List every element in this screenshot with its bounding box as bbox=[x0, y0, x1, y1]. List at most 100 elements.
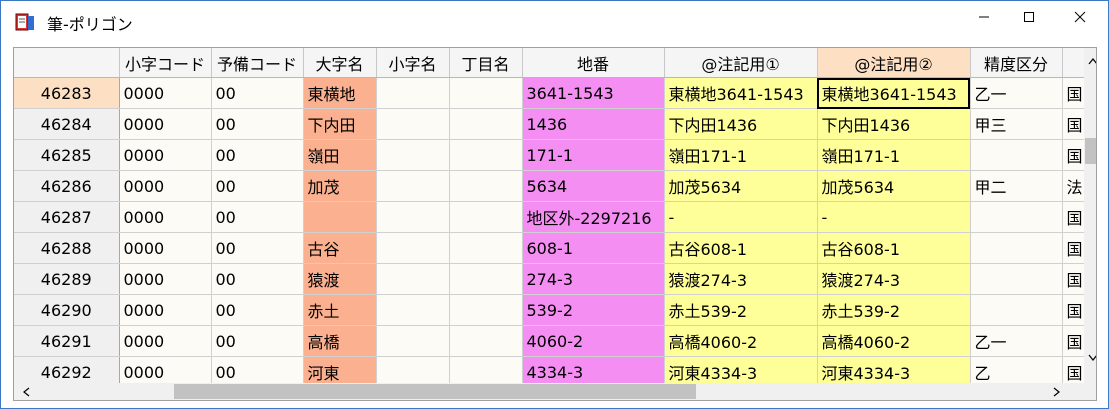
table-cell[interactable]: 高橋4060-2 bbox=[664, 325, 818, 357]
table-cell[interactable] bbox=[449, 294, 523, 326]
table-cell[interactable]: 0000 bbox=[119, 232, 212, 264]
table-cell[interactable] bbox=[376, 263, 450, 295]
table-cell[interactable]: 3641-1543 bbox=[522, 77, 665, 109]
table-cell[interactable]: 171-1 bbox=[522, 139, 665, 171]
table-cell[interactable]: 猿渡274-3 bbox=[817, 263, 971, 295]
table-cell[interactable]: 乙一 bbox=[970, 325, 1063, 357]
table-cell[interactable]: 0000 bbox=[119, 108, 212, 140]
table-cell[interactable] bbox=[449, 170, 523, 202]
table-cell[interactable] bbox=[449, 325, 523, 357]
table-cell[interactable] bbox=[376, 170, 450, 202]
table-cell[interactable] bbox=[970, 232, 1063, 264]
row-header[interactable]: 46289 bbox=[14, 263, 120, 295]
scroll-left-button[interactable] bbox=[17, 383, 34, 400]
table-cell[interactable]: 乙一 bbox=[970, 77, 1063, 109]
table-row[interactable]: 46289 0000 00 猿渡 274-3 猿渡274-3 猿渡274-3 国 bbox=[14, 263, 1093, 295]
scroll-down-button[interactable] bbox=[1084, 348, 1096, 365]
table-cell[interactable]: 地区外-2297216 bbox=[522, 201, 665, 233]
column-header[interactable]: 丁目名 bbox=[449, 48, 523, 78]
row-header[interactable]: 46291 bbox=[14, 325, 120, 357]
table-cell[interactable]: 00 bbox=[211, 294, 304, 326]
table-cell[interactable]: 00 bbox=[211, 201, 304, 233]
table-cell[interactable]: 00 bbox=[211, 232, 304, 264]
table-cell[interactable]: 下内田 bbox=[303, 108, 377, 140]
table-cell[interactable] bbox=[449, 77, 523, 109]
table-cell[interactable]: 東横地3641-1543 bbox=[664, 77, 818, 109]
table-cell[interactable]: 甲二 bbox=[970, 170, 1063, 202]
table-cell[interactable]: 古谷608-1 bbox=[817, 232, 971, 264]
row-header[interactable]: 46284 bbox=[14, 108, 120, 140]
close-button[interactable] bbox=[1057, 1, 1103, 33]
table-cell[interactable] bbox=[376, 232, 450, 264]
table-cell[interactable]: 嶺田 bbox=[303, 139, 377, 171]
maximize-button[interactable] bbox=[1006, 1, 1052, 33]
table-row[interactable]: 46288 0000 00 古谷 608-1 古谷608-1 古谷608-1 国 bbox=[14, 232, 1093, 264]
table-cell[interactable]: 00 bbox=[211, 77, 304, 109]
table-cell[interactable]: 加茂 bbox=[303, 170, 377, 202]
table-cell[interactable]: 5634 bbox=[522, 170, 665, 202]
table-row[interactable]: 46283 0000 00 東横地 3641-1543 東横地3641-1543 東横地36… bbox=[14, 77, 1093, 109]
table-cell[interactable]: 4060-2 bbox=[522, 325, 665, 357]
row-header[interactable]: 46288 bbox=[14, 232, 120, 264]
row-header[interactable]: 46285 bbox=[14, 139, 120, 171]
horizontal-scrollbar[interactable] bbox=[14, 383, 1084, 400]
table-cell[interactable]: 274-3 bbox=[522, 263, 665, 295]
table-cell[interactable]: 0000 bbox=[119, 201, 212, 233]
table-cell[interactable]: - bbox=[817, 201, 971, 233]
table-cell[interactable] bbox=[449, 201, 523, 233]
column-header[interactable]: 大字名 bbox=[303, 48, 377, 78]
table-cell[interactable]: 赤土 bbox=[303, 294, 377, 326]
column-header[interactable]: 精度区分 bbox=[970, 48, 1063, 78]
table-row[interactable]: 46291 0000 00 高橋 4060-2 高橋4060-2 高橋4060-2 乙一国 bbox=[14, 325, 1093, 357]
table-cell[interactable] bbox=[970, 201, 1063, 233]
table-cell[interactable]: 00 bbox=[211, 263, 304, 295]
column-header[interactable]: 小字名 bbox=[376, 48, 450, 78]
table-cell[interactable]: 高橋4060-2 bbox=[817, 325, 971, 357]
table-cell[interactable] bbox=[376, 294, 450, 326]
minimize-button[interactable] bbox=[961, 1, 1007, 33]
column-header[interactable]: @注記用① bbox=[664, 48, 818, 78]
table-row[interactable]: 46286 0000 00 加茂 5634 加茂5634 加茂5634 甲二法 bbox=[14, 170, 1093, 202]
table-cell[interactable]: 加茂5634 bbox=[664, 170, 818, 202]
data-grid[interactable]: 小字コード 予備コード 大字名 小字名 丁目名 地番 @注記用① @注記用② 精度区分 4628… bbox=[13, 47, 1097, 401]
table-cell[interactable]: 赤土539-2 bbox=[817, 294, 971, 326]
table-cell[interactable] bbox=[970, 294, 1063, 326]
table-row[interactable]: 46290 0000 00 赤土 539-2 赤土539-2 赤土539-2 国 bbox=[14, 294, 1093, 326]
row-header[interactable]: 46287 bbox=[14, 201, 120, 233]
table-cell[interactable]: 0000 bbox=[119, 294, 212, 326]
table-cell[interactable]: 539-2 bbox=[522, 294, 665, 326]
column-header[interactable]: 予備コード bbox=[211, 48, 304, 78]
table-cell[interactable]: 00 bbox=[211, 325, 304, 357]
vertical-scroll-thumb[interactable] bbox=[1085, 138, 1096, 164]
table-cell[interactable] bbox=[449, 263, 523, 295]
scroll-up-button[interactable] bbox=[1084, 51, 1096, 68]
table-cell[interactable]: 甲三 bbox=[970, 108, 1063, 140]
scroll-right-button[interactable] bbox=[1048, 383, 1065, 400]
table-cell[interactable]: 0000 bbox=[119, 325, 212, 357]
table-cell[interactable]: 0000 bbox=[119, 170, 212, 202]
table-row[interactable]: 46284 0000 00 下内田 1436 下内田1436 下内田1436 甲三国 bbox=[14, 108, 1093, 140]
table-cell[interactable]: 0000 bbox=[119, 263, 212, 295]
table-cell[interactable]: 猿渡 bbox=[303, 263, 377, 295]
table-cell[interactable]: 嶺田171-1 bbox=[817, 139, 971, 171]
table-cell[interactable]: 加茂5634 bbox=[817, 170, 971, 202]
table-row[interactable]: 46285 0000 00 嶺田 171-1 嶺田171-1 嶺田171-1 国 bbox=[14, 139, 1093, 171]
table-cell[interactable] bbox=[449, 232, 523, 264]
table-cell[interactable]: 00 bbox=[211, 108, 304, 140]
table-row[interactable]: 46287 0000 00 地区外-2297216- - 国 bbox=[14, 201, 1093, 233]
corner-header[interactable] bbox=[14, 48, 120, 78]
table-cell[interactable]: - bbox=[664, 201, 818, 233]
table-cell[interactable]: 高橋 bbox=[303, 325, 377, 357]
column-header[interactable]: 小字コード bbox=[119, 48, 212, 78]
table-cell[interactable] bbox=[970, 263, 1063, 295]
table-cell[interactable] bbox=[970, 139, 1063, 171]
table-cell[interactable]: 猿渡274-3 bbox=[664, 263, 818, 295]
table-cell[interactable]: 古谷 bbox=[303, 232, 377, 264]
horizontal-scroll-thumb[interactable] bbox=[174, 384, 696, 399]
table-cell[interactable]: 下内田1436 bbox=[664, 108, 818, 140]
vertical-scrollbar[interactable] bbox=[1084, 48, 1096, 400]
row-header[interactable]: 46283 bbox=[14, 77, 120, 109]
table-cell[interactable] bbox=[449, 139, 523, 171]
table-cell[interactable] bbox=[376, 325, 450, 357]
table-cell[interactable] bbox=[449, 108, 523, 140]
